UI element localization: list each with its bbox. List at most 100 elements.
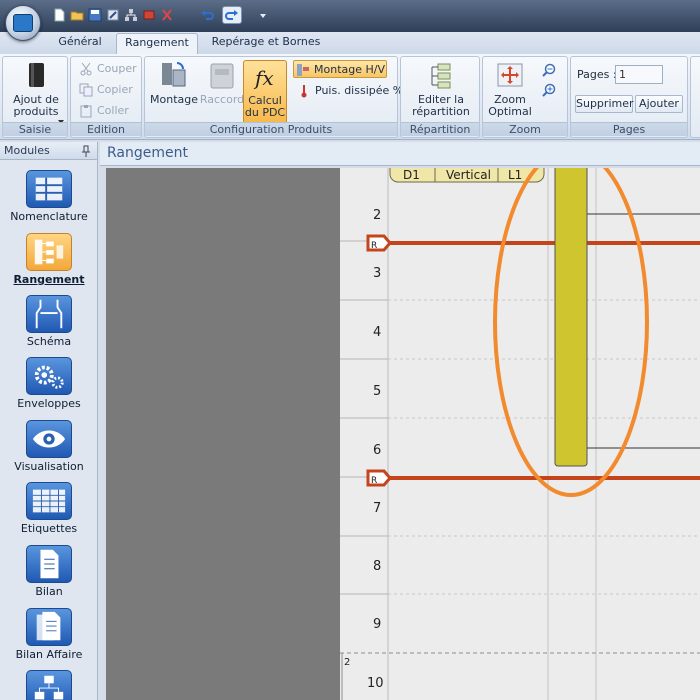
row-number: 6 [373,443,381,458]
group-saisie-label: Saisie [3,122,67,136]
labels-grid-icon [26,482,72,520]
rangement-sheet[interactable]: D1 Vertical L1 2 3 4 5 6 7 8 9 10 2 R R [340,168,700,700]
tab-rangement[interactable]: Rangement [116,33,198,54]
gears-icon [26,357,72,395]
modules-header: Modules [0,142,97,160]
document-icon [26,545,72,583]
rail-top[interactable]: R [366,234,700,252]
modules-panel: Modules Nomenclature Rangement Schéma En… [0,142,98,700]
module-schema[interactable]: Schéma [0,295,98,348]
pin-icon[interactable] [81,145,91,157]
group-edition: Couper Copier Coller Edition [70,56,142,138]
group-next-partial [690,56,700,138]
raccord-icon [207,60,237,92]
copier-label: Copier [97,83,133,96]
copier-button[interactable]: Copier [77,81,133,99]
svg-text:fx: fx [253,66,274,90]
header-d1: D1 [403,168,420,182]
montage-icon [159,60,189,92]
hierarchy-icon [26,670,72,700]
row-number: 4 [373,325,381,340]
modules-title: Modules [4,144,50,157]
row-number: 8 [373,559,381,574]
montage-label: Montage [150,93,198,106]
group-pages: Pages : Supprimer Ajouter Pages [570,56,688,138]
group-configuration-produits: Montage Raccord fx Calcul du PDC Montage… [144,56,403,138]
group-repartition: Editer la répartition Répartition [400,56,480,138]
coller-label: Coller [97,104,129,117]
calcul-pdc-label: Calcul du PDC [244,94,286,119]
module-next[interactable] [0,670,98,700]
pages-label: Pages : [577,68,617,81]
group-saisie: Ajout de produits Saisie [2,56,68,138]
raccord-button[interactable]: Raccord [199,60,245,106]
supprimer-button[interactable]: Supprimer [575,95,634,113]
raccord-label: Raccord [199,93,245,106]
undo-icon[interactable] [200,8,214,22]
vertical-component[interactable] [554,168,588,467]
zoom-out-icon[interactable] [541,63,557,79]
tab-general[interactable]: Général [48,33,112,54]
editer-repartition-button[interactable]: Editer la répartition [405,60,477,118]
schema-icon [26,295,72,333]
module-bilan-affaire[interactable]: Bilan Affaire [0,608,98,661]
save-icon[interactable] [88,8,102,22]
dropdown-arrow-icon[interactable] [256,8,270,22]
header-l1: L1 [508,168,522,182]
network-icon[interactable] [124,8,138,22]
couper-button[interactable]: Couper [77,60,137,78]
rangement-canvas: D1 Vertical L1 2 3 4 5 6 7 8 9 10 2 R R [340,168,700,700]
thermometer-icon [297,84,311,98]
ajouter-button[interactable]: Ajouter [635,95,683,113]
calcul-pdc-button[interactable]: fx Calcul du PDC [243,60,287,124]
book-icon [21,60,51,92]
header-vertical: Vertical [446,168,491,182]
nomenclature-icon [26,170,72,208]
zoom-optimal-icon [495,60,525,92]
row-number: 10 [367,676,384,691]
module-enveloppes[interactable]: Enveloppes [0,357,98,410]
new-doc-icon[interactable] [52,8,66,22]
puis-dissipee-label: Puis. dissipée % [315,84,404,97]
puis-dissipee-button[interactable]: Puis. dissipée % [295,82,403,100]
rail-marker-label: R [371,241,377,251]
module-label: Bilan Affaire [15,648,83,661]
module-rangement[interactable]: Rangement [0,233,98,286]
paste-icon [79,104,93,118]
app-logo-icon [13,14,33,32]
group-edition-label: Edition [71,122,141,136]
cut-icon[interactable] [160,8,174,22]
row-number: 5 [373,384,381,399]
montage-button[interactable]: Montage [149,60,199,106]
ajout-produits-button[interactable]: Ajout de produits [7,60,65,118]
repartition-icon [426,60,456,92]
module-etiquettes[interactable]: Etiquettes [0,482,98,535]
workspace-background [106,168,340,700]
module-label: Enveloppes [17,397,81,410]
fx-icon: fx [250,61,280,93]
ribbon: Ajout de produits Saisie Couper Copier C… [0,54,700,140]
tab-reperage-bornes[interactable]: Repérage et Bornes [204,33,328,54]
open-folder-icon[interactable] [70,8,84,22]
edit-icon[interactable] [106,8,120,22]
module-nomenclature[interactable]: Nomenclature [0,170,98,223]
coller-button[interactable]: Coller [77,102,129,120]
editer-repartition-label: Editer la répartition [412,93,470,118]
page-marker: 2 [344,657,350,668]
ribbon-tab-row: Général Rangement Repérage et Bornes [0,32,700,54]
rail-header-badge: D1 Vertical L1 [389,168,545,183]
ajout-dropdown-icon[interactable] [57,115,65,124]
group-zoom: Zoom Optimal Zoom [482,56,568,138]
montage-hv-toggle[interactable]: Montage H/V [293,60,387,78]
redo-icon[interactable] [222,6,242,24]
zoom-optimal-button[interactable]: Zoom Optimal [485,60,535,118]
zoom-in-icon[interactable] [541,83,557,99]
group-repartition-label: Répartition [401,122,479,136]
red-tool-icon[interactable] [142,8,156,22]
eye-icon [26,420,72,458]
module-bilan[interactable]: Bilan [0,545,98,598]
application-menu-button[interactable] [5,5,41,41]
pages-input[interactable] [615,65,663,84]
module-visualisation[interactable]: Visualisation [0,420,98,473]
row-number: 9 [373,617,381,632]
